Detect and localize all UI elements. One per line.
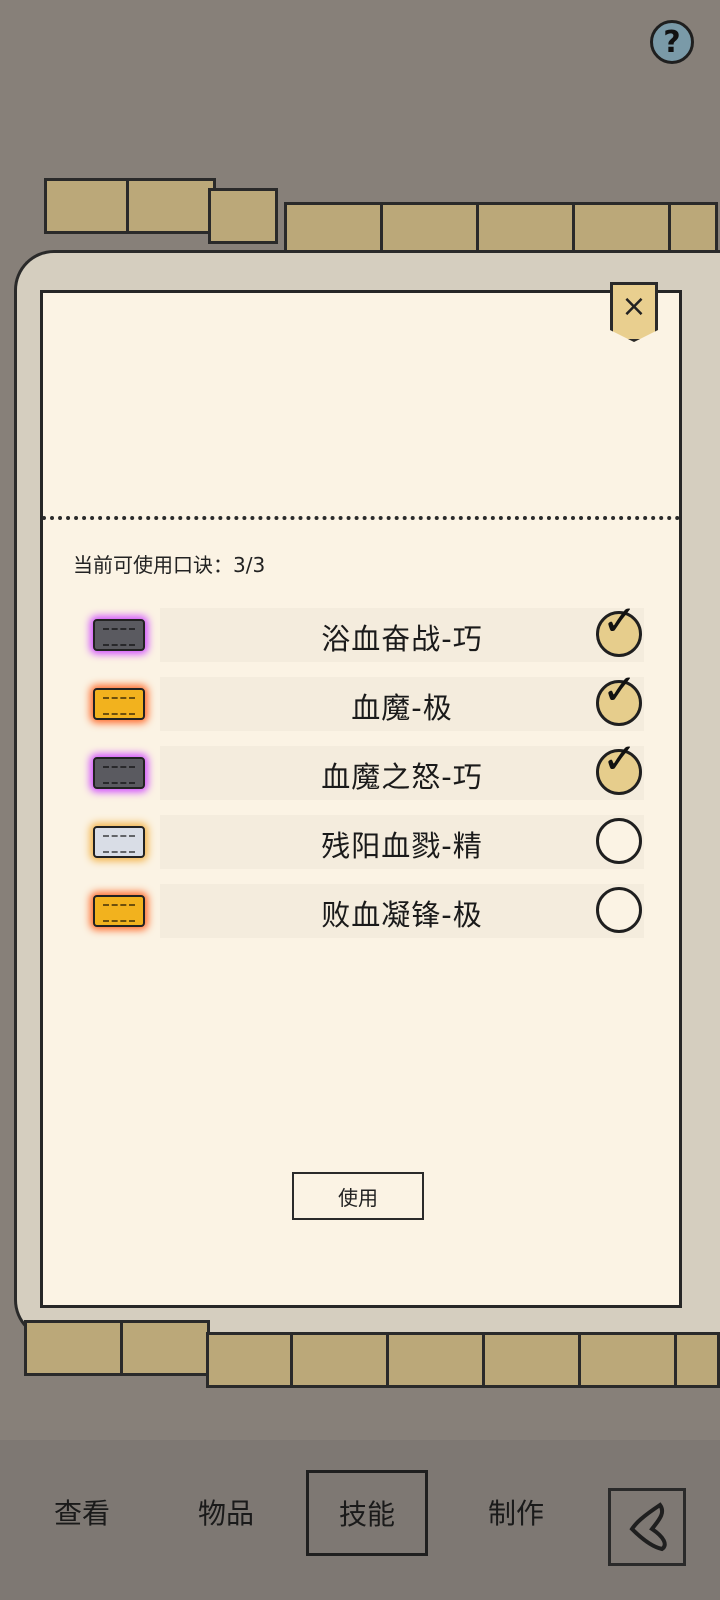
scroll-top-roller bbox=[14, 178, 718, 258]
nav-items[interactable]: 物品 bbox=[198, 1492, 254, 1532]
skill-name: 败血凝锋-极 bbox=[321, 898, 483, 932]
skill-checkbox[interactable]: ✓ bbox=[596, 600, 642, 657]
skill-name: 浴血奋战-巧 bbox=[321, 622, 483, 656]
bottom-nav: 查看 物品 技能 制作 bbox=[0, 1440, 720, 1600]
use-button[interactable]: 使用 bbox=[292, 1172, 424, 1220]
help-button[interactable]: ? bbox=[650, 20, 694, 64]
question-mark-icon: ? bbox=[663, 24, 681, 60]
close-icon: × bbox=[621, 289, 647, 324]
back-arrow-icon bbox=[629, 1502, 667, 1552]
skill-row[interactable]: 残阳血戮-精 bbox=[84, 815, 664, 869]
back-button[interactable] bbox=[608, 1488, 686, 1566]
skill-row[interactable]: 败血凝锋-极 bbox=[84, 884, 664, 938]
scroll-item-icon bbox=[93, 619, 145, 651]
skill-checkbox[interactable] bbox=[596, 887, 642, 933]
checkmark-icon: ✓ bbox=[602, 596, 638, 645]
skill-row[interactable]: 血魔之怒-巧 ✓ bbox=[84, 738, 664, 800]
nav-craft[interactable]: 制作 bbox=[488, 1492, 544, 1532]
scroll-item-icon bbox=[93, 826, 145, 858]
scroll-item-icon bbox=[93, 688, 145, 720]
skill-name: 血魔之怒-巧 bbox=[321, 760, 483, 794]
divider bbox=[42, 516, 680, 520]
close-button[interactable]: × bbox=[610, 282, 658, 342]
skill-checkbox[interactable] bbox=[596, 818, 642, 864]
nav-view[interactable]: 查看 bbox=[54, 1492, 110, 1532]
nav-skills[interactable]: 技能 bbox=[306, 1470, 429, 1556]
checkmark-icon: ✓ bbox=[602, 734, 638, 783]
skill-checkbox[interactable]: ✓ bbox=[596, 738, 642, 795]
skill-name: 残阳血戮-精 bbox=[321, 829, 483, 863]
skill-row[interactable]: 血魔-极 ✓ bbox=[84, 669, 664, 731]
checkmark-icon: ✓ bbox=[602, 665, 638, 714]
skill-name: 血魔-极 bbox=[351, 691, 453, 725]
scroll-bottom-roller bbox=[14, 1320, 720, 1398]
skill-checkbox[interactable]: ✓ bbox=[596, 669, 642, 726]
skill-row[interactable]: 浴血奋战-巧 ✓ bbox=[84, 600, 664, 662]
scroll-item-icon bbox=[93, 895, 145, 927]
available-count-label: 当前可使用口诀：3/3 bbox=[73, 553, 266, 577]
scroll-item-icon bbox=[93, 757, 145, 789]
